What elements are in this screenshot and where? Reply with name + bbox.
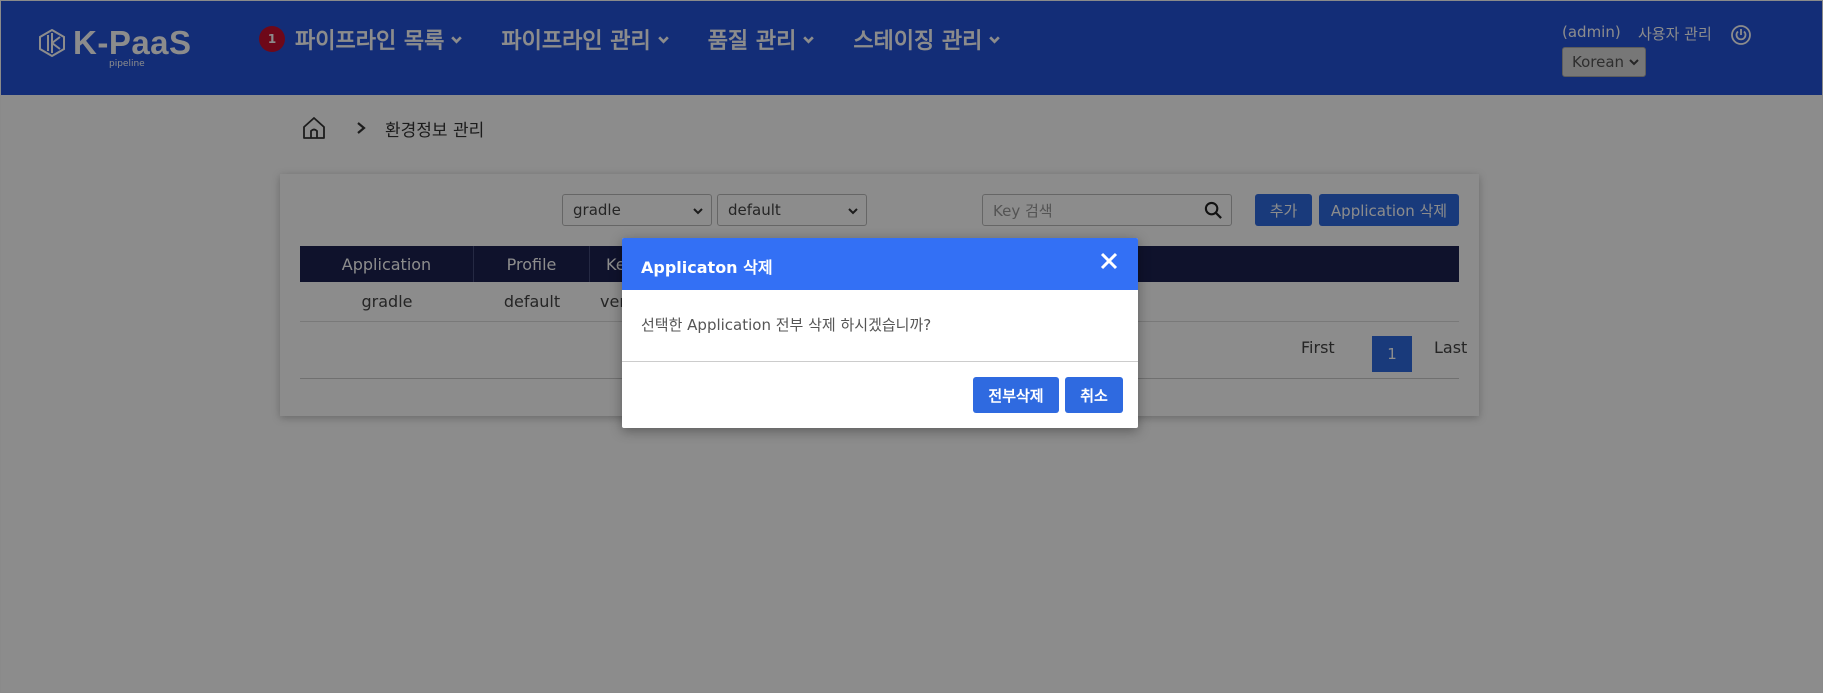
modal-title: Applicaton 삭제 (641, 258, 773, 277)
modal-message: 선택한 Application 전부 삭제 하시겠습니까? (641, 316, 932, 334)
cancel-button[interactable]: 취소 (1065, 377, 1123, 413)
app-window: K-PaaS pipeline 1 파이프라인 목록 파이프라인 관리 품질 관… (0, 0, 1823, 693)
close-icon[interactable] (1100, 252, 1118, 270)
modal-header: Applicaton 삭제 (622, 238, 1138, 290)
delete-application-modal: Applicaton 삭제 선택한 Application 전부 삭제 하시겠습… (622, 238, 1138, 428)
delete-all-button[interactable]: 전부삭제 (973, 377, 1059, 413)
modal-body: 선택한 Application 전부 삭제 하시겠습니까? (622, 290, 1138, 362)
